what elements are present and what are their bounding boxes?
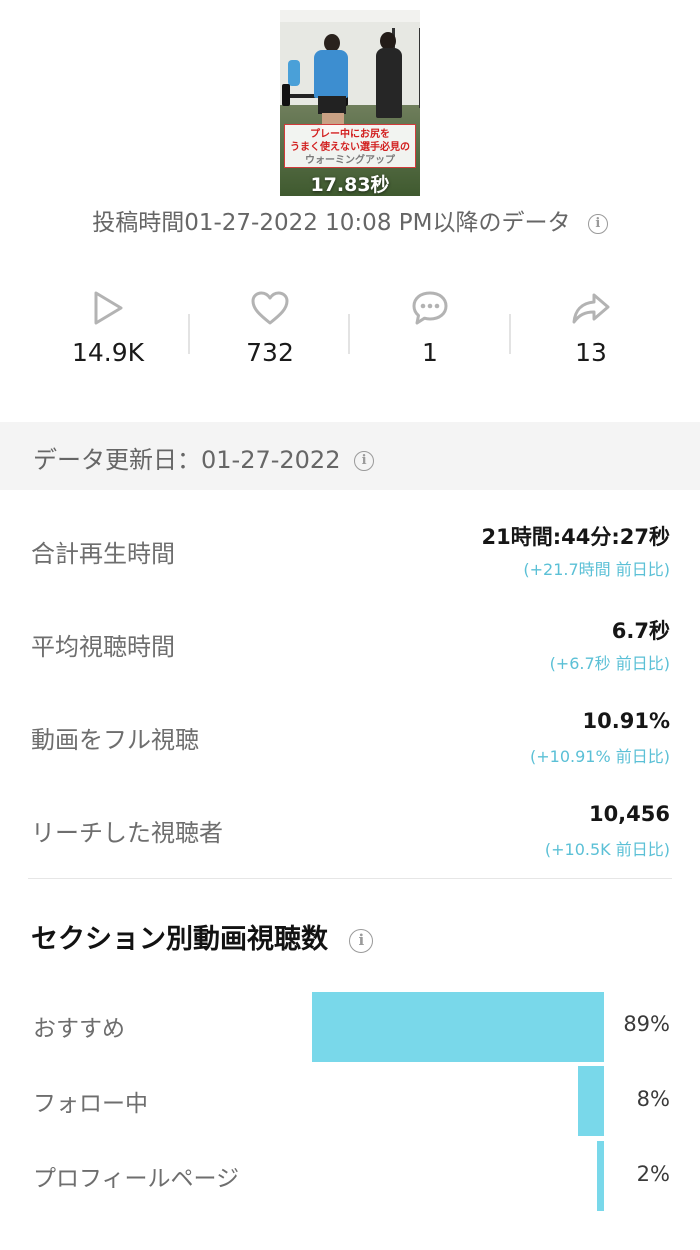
source-bar-profile-page: [597, 1141, 604, 1211]
metric-value-full-watch: 10.91%: [582, 709, 670, 733]
info-icon[interactable]: i: [349, 928, 374, 953]
thumbnail-caption-line: うまく使えない選手必見の: [290, 142, 410, 153]
likes-stat: 732: [190, 290, 350, 380]
video-thumbnail[interactable]: プレー中にお尻を うまく使えない選手必見の ウォーミングアップ 17.83秒: [280, 10, 420, 196]
comment-icon: [412, 291, 448, 325]
divider: [28, 878, 672, 879]
shares-stat: 13: [511, 290, 671, 380]
posted-time-text: 投稿時間01-27-2022 10:08 PM以降のデータ: [92, 210, 571, 236]
comments-stat: 1: [350, 290, 510, 380]
metric-delta-full-watch: (+10.91% 前日比): [530, 747, 670, 766]
thumbnail-caption-line: プレー中にお尻を: [310, 129, 390, 140]
metric-delta-reached-viewers: (+10.5K 前日比): [544, 840, 670, 859]
views-stat: 14.9K: [28, 290, 188, 380]
thumbnail-person-body: [314, 50, 348, 98]
share-icon: [572, 293, 610, 324]
comments-count: 1: [422, 338, 438, 367]
source-label-following: フォロー中: [33, 1091, 148, 1117]
metric-delta-average-watch-time: (+6.7秒 前日比): [549, 654, 670, 673]
heart-icon: [251, 291, 289, 325]
source-bar-following: [578, 1066, 604, 1136]
metric-value-total-play-time: 21時間:44分:27秒: [481, 525, 670, 549]
posted-time: 投稿時間01-27-2022 10:08 PM以降のデータ i: [0, 203, 700, 237]
section-title-text: セクション別動画視聴数: [31, 924, 328, 955]
metric-value-reached-viewers: 10,456: [588, 802, 670, 826]
thumbnail-person-shorts: [318, 96, 346, 114]
source-label-for-you: おすすめ: [33, 1016, 125, 1042]
metric-label-reached-viewers: リーチした視聴者: [31, 819, 223, 847]
metric-label-full-watch: 動画をフル視聴: [31, 726, 199, 754]
shares-count: 13: [575, 338, 607, 367]
source-label-profile-page: プロフィールページ: [33, 1166, 240, 1192]
metric-label-total-play-time: 合計再生時間: [31, 540, 175, 568]
section-title: セクション別動画視聴数 i: [31, 917, 374, 956]
play-icon: [94, 291, 123, 325]
source-percent-profile-page: 2%: [636, 1162, 670, 1186]
thumbnail-plate: [282, 84, 290, 106]
thumbnail-coach-body: [376, 48, 402, 118]
data-updated-text: データ更新日：01-27-2022: [33, 446, 341, 474]
metric-delta-total-play-time: (+21.7時間 前日比): [523, 560, 670, 579]
thumbnail-person-back: [288, 60, 300, 86]
views-count: 14.9K: [71, 338, 145, 367]
info-icon[interactable]: i: [587, 213, 608, 234]
source-percent-for-you: 89%: [623, 1012, 670, 1036]
likes-count: 732: [246, 338, 294, 367]
info-icon[interactable]: i: [354, 451, 375, 471]
video-duration: 17.83秒: [310, 174, 390, 196]
data-updated: データ更新日：01-27-2022 i: [33, 440, 375, 475]
metric-label-average-watch-time: 平均視聴時間: [31, 633, 175, 661]
metric-value-average-watch-time: 6.7秒: [611, 619, 670, 643]
thumbnail-caption-line: ウォーミングアップ: [305, 155, 395, 166]
thumbnail-ceiling: [280, 10, 420, 22]
source-percent-following: 8%: [636, 1087, 670, 1111]
source-bar-for-you: [312, 992, 604, 1062]
